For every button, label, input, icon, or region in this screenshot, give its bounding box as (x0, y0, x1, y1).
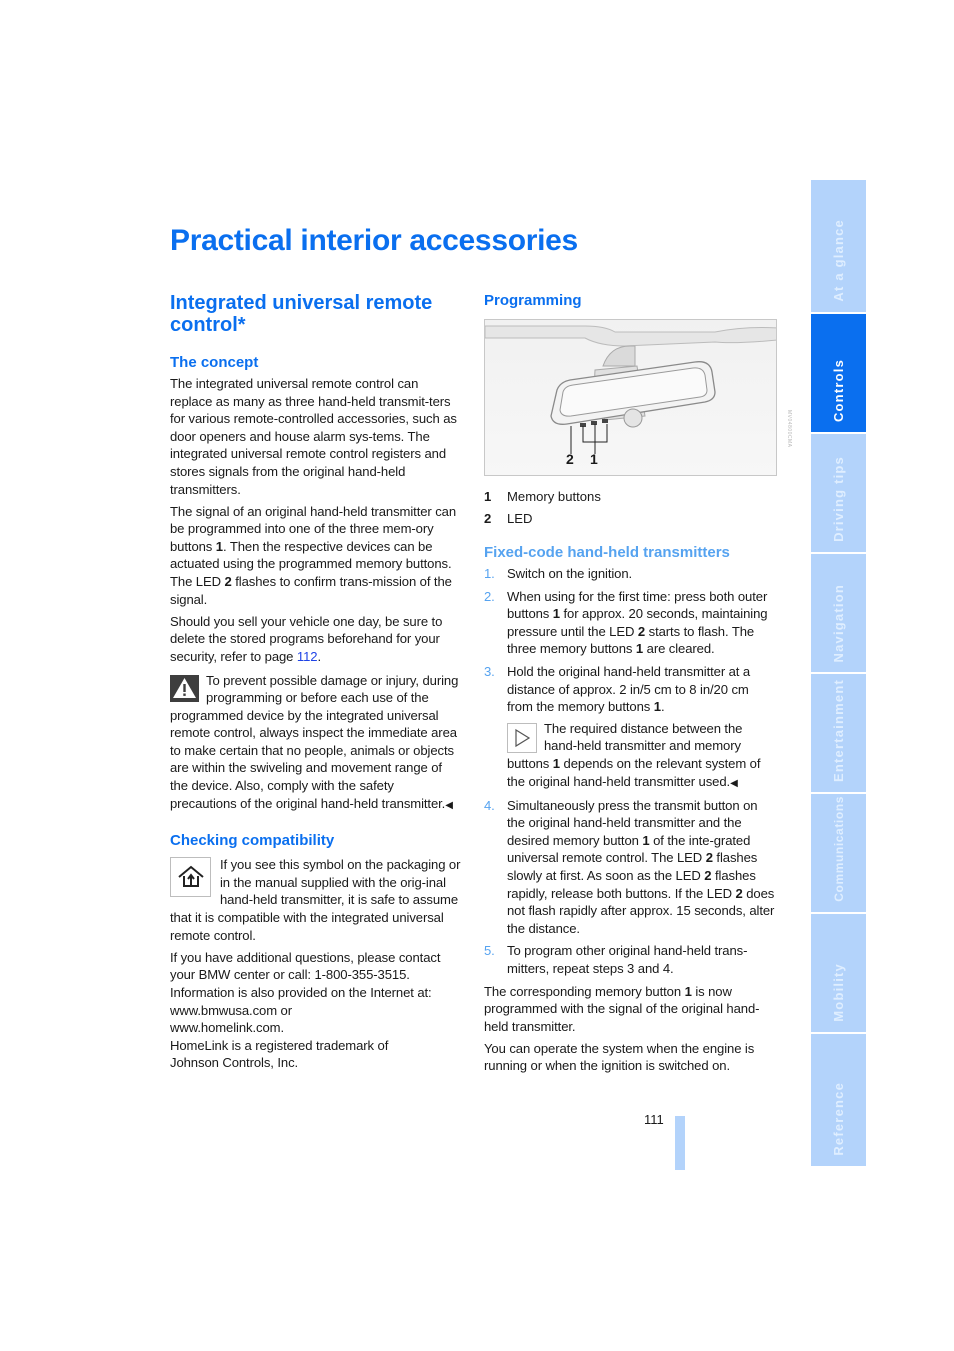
tab-label: Driving tips (831, 456, 846, 542)
text: The corresponding memory button (484, 983, 685, 999)
page-link[interactable]: 112 (297, 649, 318, 664)
tab-controls[interactable]: Controls (811, 314, 866, 432)
concept-paragraph-1: The integrated universal remote control … (170, 376, 457, 497)
text: . (660, 699, 665, 715)
concept-paragraph-2: The signal of an original hand-held tran… (170, 503, 463, 609)
tab-label: Navigation (831, 583, 846, 662)
callout-ref: 2 (705, 850, 713, 866)
legend-label: LED (507, 511, 533, 526)
legend-item: 2 LED (484, 508, 777, 530)
mirror-illustration (485, 325, 776, 454)
homelink-house-icon (170, 857, 211, 898)
page-title: Practical interior accessories (170, 224, 578, 257)
tab-at-a-glance[interactable]: At a glance (811, 180, 866, 312)
step-item: 1. Switch on the ignition. (484, 565, 777, 583)
callout-ref: 1 (552, 755, 560, 771)
tab-navigation[interactable]: Navigation (811, 554, 866, 672)
concept-heading: The concept (170, 354, 259, 371)
tab-label: Mobility (831, 963, 846, 1022)
step-text: To program other original hand-held tran… (507, 942, 777, 977)
programming-steps: 1. Switch on the ignition. 2. When using f… (484, 565, 777, 716)
note-triangle-icon (507, 722, 537, 753)
callout-ref: 1 (653, 699, 661, 715)
right-column: Programming 2 1 1 Memory buttons 2 LED Fix… (484, 292, 777, 1080)
tab-label: Reference (831, 1082, 846, 1156)
closing-paragraph-1: The corresponding memory button 1 is now… (484, 983, 777, 1036)
compat-paragraph: If you see this symbol on the packaging … (170, 856, 463, 944)
section-title: Integrated universal remote control* (170, 292, 433, 336)
warning-note: To prevent possible damage or injury, du… (170, 672, 463, 815)
callout-ref: 1 (552, 606, 560, 622)
programming-heading: Programming (484, 292, 582, 309)
end-mark-icon: ◀ (445, 799, 453, 811)
homelink-url[interactable]: www.homelink.com. (170, 1020, 284, 1035)
page-marker-bar (675, 1116, 685, 1170)
step-item: 3. Hold the original hand-held transmitte… (484, 663, 777, 716)
text: To program other original hand-held tran… (507, 943, 748, 976)
tab-communications[interactable]: Communications (811, 794, 866, 912)
left-column: Integrated universal remote control* The… (170, 292, 463, 1076)
callout-ref: 2 (224, 574, 232, 590)
bmw-url[interactable]: www.bmwusa.com or (170, 1003, 292, 1018)
legend-item: 1 Memory buttons (484, 486, 777, 508)
legend-number: 1 (484, 489, 492, 504)
figure-callout-2: 2 (566, 451, 574, 467)
tab-reference[interactable]: Reference (811, 1034, 866, 1166)
tab-label: Controls (831, 358, 846, 422)
compat-heading: Checking compatibility (170, 832, 335, 850)
tab-driving-tips[interactable]: Driving tips (811, 434, 866, 552)
callout-ref: 1 (215, 538, 223, 554)
text: . (317, 648, 322, 664)
step-text: Simultaneously press the transmit button… (507, 797, 777, 938)
step-text: Switch on the ignition. (507, 565, 632, 583)
distance-note: The required distance between the hand-h… (507, 720, 777, 792)
step-number: 3. (484, 663, 495, 679)
tab-mobility[interactable]: Mobility (811, 914, 866, 1032)
closing-paragraph-2: You can operate the system when the engi… (484, 1040, 755, 1074)
warning-icon (170, 674, 199, 702)
legend-number: 2 (484, 511, 492, 526)
end-mark-icon: ◀ (730, 777, 738, 789)
page-number: 111 (644, 1112, 664, 1127)
contact-line: Information is also provided on the Inte… (170, 984, 432, 1000)
callout-ref: 1 (642, 832, 650, 848)
step-text: Hold the original hand-held transmitter … (507, 663, 777, 716)
text: Switch on the ignition. (507, 566, 633, 581)
programming-steps-continued: 4. Simultaneously press the transmit butt… (484, 797, 777, 978)
contact-line: Johnson Controls, Inc. (170, 1055, 299, 1071)
callout-ref: 2 (637, 623, 646, 639)
figure-callout-1: 1 (590, 451, 598, 467)
contact-info: If you have additional questions, please… (170, 949, 463, 1072)
tab-entertainment[interactable]: Entertainment (811, 674, 866, 792)
text: are cleared. (643, 641, 715, 657)
tab-label: At a glance (831, 219, 846, 302)
concept-paragraph-3: Should you sell your vehicle one day, be… (170, 613, 463, 666)
chapter-tabs: At a glance Controls Driving tips Naviga… (811, 180, 866, 1168)
callout-ref: 1 (684, 983, 692, 999)
step-number: 2. (484, 588, 495, 604)
tab-label: Entertainment (831, 678, 846, 782)
step-number: 1. (484, 566, 495, 581)
step-number: 5. (484, 943, 495, 959)
step-item: 2. When using for the first time: press b… (484, 588, 777, 658)
tab-label: Communications (831, 796, 846, 902)
compat-text: If you see this symbol on the packaging … (170, 857, 461, 943)
fixed-code-heading: Fixed-code hand-held transmitters (484, 544, 730, 561)
step-number: 4. (484, 797, 495, 813)
figure-legend: 1 Memory buttons 2 LED (484, 486, 777, 530)
rearview-mirror-figure: 2 1 (484, 319, 777, 476)
callout-ref: 2 (735, 885, 743, 901)
step-item: 4. Simultaneously press the transmit butt… (484, 797, 777, 938)
step-item: 5. To program other original hand-held tr… (484, 942, 777, 977)
text: Hold the original hand-held transmitter … (507, 663, 751, 715)
contact-line: HomeLink is a registered trademark of (170, 1037, 389, 1053)
warning-text: To prevent possible damage or injury, du… (170, 672, 459, 811)
step-text: When using for the first time: press bot… (507, 588, 777, 658)
figure-code: MV04800CMA (786, 410, 792, 448)
contact-line: If you have additional questions, please… (170, 949, 441, 983)
legend-label: Memory buttons (507, 489, 601, 504)
